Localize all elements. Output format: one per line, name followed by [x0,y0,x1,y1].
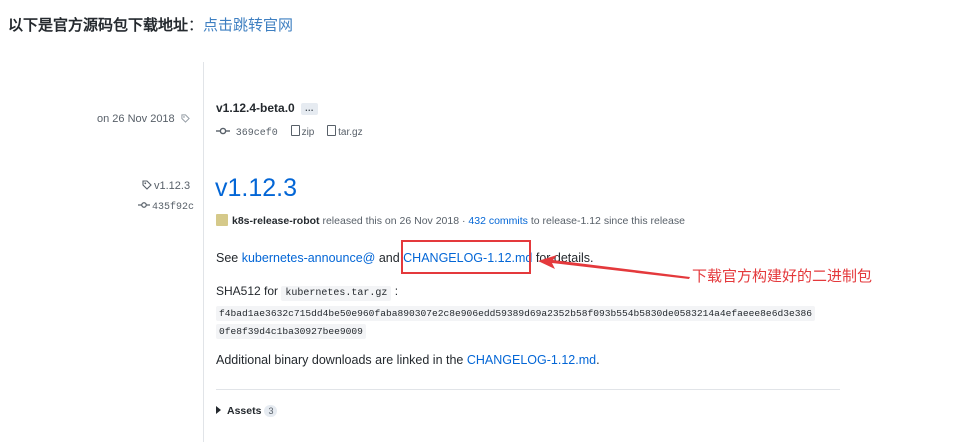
intro-label: 以下是官方源码包下载地址 [8,17,189,34]
beta-downloads: 369cef0 zip tar.gz [216,125,363,139]
hash-text-1: f4bad1ae3632c715dd4be50e960faba890307e2c… [216,306,815,321]
assets-count-badge: 3 [264,405,278,417]
hash-line-2: 0fe8f39d4c1ba30927bee9009 [216,321,366,339]
beta-commit-link[interactable]: 369cef0 [236,128,278,139]
additional-end: . [596,353,600,367]
zip-file-icon [290,125,300,136]
intro-colon: ： [188,17,204,34]
beta-date: on 26 Nov 2018 [97,113,190,125]
intro-line: 以下是官方源码包下载地址：点击跳转官网 [8,14,293,35]
hash-line-1: f4bad1ae3632c715dd4be50e960faba890307e2c… [216,303,815,321]
release-commit-link[interactable]: 435f92c [152,202,194,213]
annotation-arrow [538,255,690,279]
timeline-divider [203,62,204,442]
additional-changelog-link[interactable]: CHANGELOG-1.12.md [467,353,596,367]
commit-icon [216,127,230,135]
author-link[interactable]: k8s-release-robot [232,215,320,227]
assets-label: Assets [227,405,262,417]
hash-text-2: 0fe8f39d4c1ba30927bee9009 [216,324,366,339]
release-tag: v1.12.3 [142,180,190,192]
release-meta: k8s-release-robot released this on 26 No… [216,214,685,227]
targz-link[interactable]: tar.gz [338,127,362,138]
annotation-text: 下载官方构建好的二进制包 [692,267,873,285]
release-commit: 435f92c [138,201,194,213]
official-site-link[interactable]: 点击跳转官网 [203,17,293,34]
highlight-box [401,240,531,274]
assets-divider [216,389,840,390]
released-text: released this on 26 Nov 2018 · [322,215,469,227]
sha-line: SHA512 for kubernetes.tar.gz : [216,284,399,301]
release-title[interactable]: v1.12.3 [215,174,297,203]
additional-text: Additional binary downloads are linked i… [216,353,467,367]
additional-downloads: Additional binary downloads are linked i… [216,353,600,367]
and-text: and [375,251,404,265]
beta-date-text: on 26 Nov 2018 [97,113,175,125]
release-tag-link[interactable]: v1.12.3 [154,180,190,192]
tag-icon [181,114,190,123]
beta-release: v1.12.4-beta.0 … [216,101,318,115]
commits-link[interactable]: 432 commits [468,215,528,227]
avatar[interactable] [216,214,228,226]
ellipsis-button[interactable]: … [300,102,318,115]
sha-colon: : [391,284,399,298]
targz-file-icon [327,125,337,136]
announce-link[interactable]: kubernetes-announce@ [242,251,376,265]
sha-file: kubernetes.tar.gz [281,286,392,301]
sha-label: SHA512 for [216,284,282,298]
caret-right-icon [216,406,221,414]
see-text: See [216,251,242,265]
beta-release-title[interactable]: v1.12.4-beta.0 [216,101,295,115]
zip-link[interactable]: zip [302,127,315,138]
assets-toggle[interactable]: Assets 3 [216,405,278,417]
branch-text: to release-1.12 since this release [527,215,685,227]
tag-icon [142,180,152,190]
commit-icon [138,202,150,208]
